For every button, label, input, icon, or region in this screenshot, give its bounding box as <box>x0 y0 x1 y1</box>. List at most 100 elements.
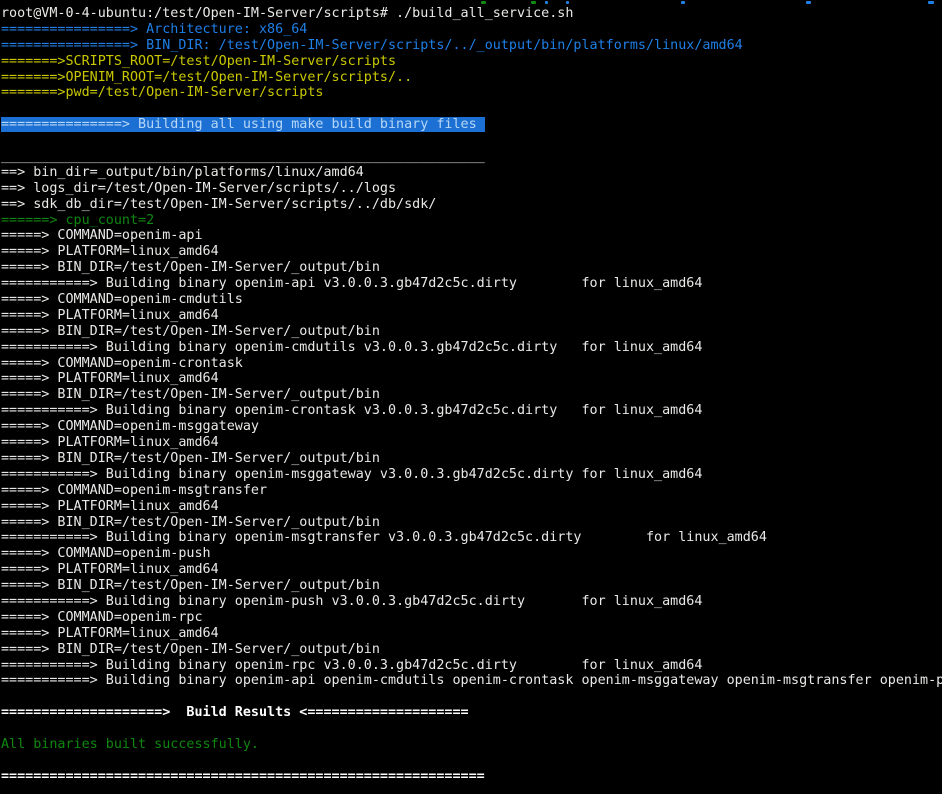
terminal-line-text: =======>SCRIPTS_ROOT=/test/Open-IM-Serve… <box>1 54 396 69</box>
terminal-line: ===========> Building binary openim-cmdu… <box>0 340 942 356</box>
terminal-line: =====> COMMAND=openim-msggateway <box>0 419 942 435</box>
terminal-line-text: =====> PLATFORM=linux_amd64 <box>1 371 219 386</box>
terminal-line-text: ==> sdk_db_dir=/test/Open-IM-Server/scri… <box>1 197 436 212</box>
terminal-line: =====> COMMAND=openim-push <box>0 546 942 562</box>
terminal-lines: root@VM-0-4-ubuntu:/test/Open-IM-Server/… <box>0 6 942 785</box>
clipped-text-fragment <box>545 1 548 4</box>
terminal-line-text: ===========> Building binary openim-push… <box>1 594 702 609</box>
terminal-line <box>0 101 942 117</box>
terminal-line-text: ===========> Building binary openim-msgg… <box>1 467 702 482</box>
terminal-line: ========================================… <box>0 769 942 785</box>
terminal-line-text: =====> BIN_DIR=/test/Open-IM-Server/_out… <box>1 387 380 402</box>
terminal-line: =======>SCRIPTS_ROOT=/test/Open-IM-Serve… <box>0 54 942 70</box>
terminal-line-text: ===========> Building binary openim-api … <box>1 673 942 688</box>
terminal-line-text: =====> BIN_DIR=/test/Open-IM-Server/_out… <box>1 515 380 530</box>
terminal-line: =====> PLATFORM=linux_amd64 <box>0 499 942 515</box>
terminal-line: ===========> Building binary openim-push… <box>0 594 942 610</box>
terminal-line: All binaries built successfully. <box>0 737 942 753</box>
terminal-line-text: ========================================… <box>1 769 485 784</box>
terminal-line <box>0 753 942 769</box>
terminal-line: ===========> Building binary openim-api … <box>0 673 942 689</box>
terminal-line-text: ________________________________________… <box>1 149 485 164</box>
terminal-line-text: =====> PLATFORM=linux_amd64 <box>1 435 219 450</box>
terminal-line: ================> BIN_DIR: /test/Open-IM… <box>0 38 942 54</box>
terminal-line: ===========> Building binary openim-msgg… <box>0 467 942 483</box>
terminal-line: =======>pwd=/test/Open-IM-Server/scripts <box>0 85 942 101</box>
terminal-line-text: =====> PLATFORM=linux_amd64 <box>1 499 219 514</box>
terminal-line-text: =====> PLATFORM=linux_amd64 <box>1 626 219 641</box>
terminal-line <box>0 689 942 705</box>
terminal-line-text: ===========> Building binary openim-cron… <box>1 403 702 418</box>
terminal-line: =====> PLATFORM=linux_amd64 <box>0 562 942 578</box>
clipped-text-fragment <box>806 1 811 4</box>
terminal-line-text: root@VM-0-4-ubuntu:/test/Open-IM-Server/… <box>1 6 573 21</box>
terminal-line-text: =====> BIN_DIR=/test/Open-IM-Server/_out… <box>1 260 380 275</box>
terminal-line: =====> BIN_DIR=/test/Open-IM-Server/_out… <box>0 324 942 340</box>
terminal-line-text: ===========> Building binary openim-cmdu… <box>1 340 702 355</box>
clipped-text-fragment <box>531 1 536 4</box>
terminal-line: =====> COMMAND=openim-cmdutils <box>0 292 942 308</box>
terminal-line-text: =====> BIN_DIR=/test/Open-IM-Server/_out… <box>1 578 380 593</box>
terminal-line: ________________________________________… <box>0 149 942 165</box>
terminal-line-text: =====> COMMAND=openim-api <box>1 228 203 243</box>
terminal-line: =====> PLATFORM=linux_amd64 <box>0 308 942 324</box>
terminal-line-text: =====> COMMAND=openim-rpc <box>1 610 203 625</box>
terminal-line: =====> COMMAND=openim-crontask <box>0 356 942 372</box>
terminal-line-text: =====> COMMAND=openim-msggateway <box>1 419 259 434</box>
terminal-line: =====> BIN_DIR=/test/Open-IM-Server/_out… <box>0 451 942 467</box>
terminal-line-text: ==> bin_dir=_output/bin/platforms/linux/… <box>1 165 364 180</box>
terminal-line-text: ======> cpu_count=2 <box>1 213 154 228</box>
terminal-line: =====> BIN_DIR=/test/Open-IM-Server/_out… <box>0 642 942 658</box>
terminal-line-text: =====> COMMAND=openim-msgtransfer <box>1 483 267 498</box>
terminal-line-text: ================> Architecture: x86_64 <box>1 22 307 37</box>
terminal-line-text: ===============> Building all using make… <box>1 117 485 132</box>
terminal-line: ===========> Building binary openim-rpc … <box>0 658 942 674</box>
terminal-line-text: =======>pwd=/test/Open-IM-Server/scripts <box>1 85 323 100</box>
terminal-line: =====> BIN_DIR=/test/Open-IM-Server/_out… <box>0 515 942 531</box>
terminal-line: =====> BIN_DIR=/test/Open-IM-Server/_out… <box>0 260 942 276</box>
terminal-line-text: ====================> Build Results <===… <box>1 705 469 720</box>
terminal-line: =====> COMMAND=openim-rpc <box>0 610 942 626</box>
terminal-line: =====> PLATFORM=linux_amd64 <box>0 371 942 387</box>
terminal-line: =====> BIN_DIR=/test/Open-IM-Server/_out… <box>0 578 942 594</box>
terminal-line: ======> cpu_count=2 <box>0 213 942 229</box>
clipped-text-fragment <box>481 1 486 4</box>
terminal-line-text: =====> PLATFORM=linux_amd64 <box>1 244 219 259</box>
terminal-line-text: ===========> Building binary openim-rpc … <box>1 658 702 673</box>
terminal-line-text: =====> PLATFORM=linux_amd64 <box>1 562 219 577</box>
terminal-line: =====> COMMAND=openim-msgtransfer <box>0 483 942 499</box>
terminal-line-text: =====> BIN_DIR=/test/Open-IM-Server/_out… <box>1 642 380 657</box>
terminal-line-text: All binaries built successfully. <box>1 737 259 752</box>
terminal-line-text: =====> BIN_DIR=/test/Open-IM-Server/_out… <box>1 451 380 466</box>
terminal-line: ===========> Building binary openim-api … <box>0 276 942 292</box>
terminal-line: ====================> Build Results <===… <box>0 705 942 721</box>
terminal-line: ===========> Building binary openim-cron… <box>0 403 942 419</box>
terminal-line: ==> bin_dir=_output/bin/platforms/linux/… <box>0 165 942 181</box>
terminal-line: =====> PLATFORM=linux_amd64 <box>0 626 942 642</box>
clipped-text-fragment <box>681 1 685 4</box>
terminal-line-text: =====> PLATFORM=linux_amd64 <box>1 308 219 323</box>
terminal-line: ==> sdk_db_dir=/test/Open-IM-Server/scri… <box>0 197 942 213</box>
terminal-line-text: =====> COMMAND=openim-crontask <box>1 356 243 371</box>
terminal-line: ===========> Building binary openim-msgt… <box>0 530 942 546</box>
terminal-window[interactable]: root@VM-0-4-ubuntu:/test/Open-IM-Server/… <box>0 0 942 794</box>
terminal-line: =====> COMMAND=openim-api <box>0 228 942 244</box>
terminal-line: =====> PLATFORM=linux_amd64 <box>0 244 942 260</box>
terminal-line: ===============> Building all using make… <box>0 117 942 133</box>
terminal-line-text: ===========> Building binary openim-api … <box>1 276 702 291</box>
terminal-line-text: =====> BIN_DIR=/test/Open-IM-Server/_out… <box>1 324 380 339</box>
terminal-line <box>0 721 942 737</box>
terminal-line-text: ==> logs_dir=/test/Open-IM-Server/script… <box>1 181 396 196</box>
terminal-line: =====> BIN_DIR=/test/Open-IM-Server/_out… <box>0 387 942 403</box>
terminal-line <box>0 133 942 149</box>
terminal-line-text: ================> BIN_DIR: /test/Open-IM… <box>1 38 743 53</box>
terminal-line-text: =====> COMMAND=openim-push <box>1 546 211 561</box>
terminal-line-text: =====> COMMAND=openim-cmdutils <box>1 292 243 307</box>
clipped-text-fragment <box>928 1 934 4</box>
terminal-line-text: ===========> Building binary openim-msgt… <box>1 530 767 545</box>
clipped-text-fragment <box>566 1 569 4</box>
terminal-line: =====> PLATFORM=linux_amd64 <box>0 435 942 451</box>
terminal-line: =======>OPENIM_ROOT=/test/Open-IM-Server… <box>0 70 942 86</box>
terminal-line: ==> logs_dir=/test/Open-IM-Server/script… <box>0 181 942 197</box>
terminal-line: root@VM-0-4-ubuntu:/test/Open-IM-Server/… <box>0 6 942 22</box>
